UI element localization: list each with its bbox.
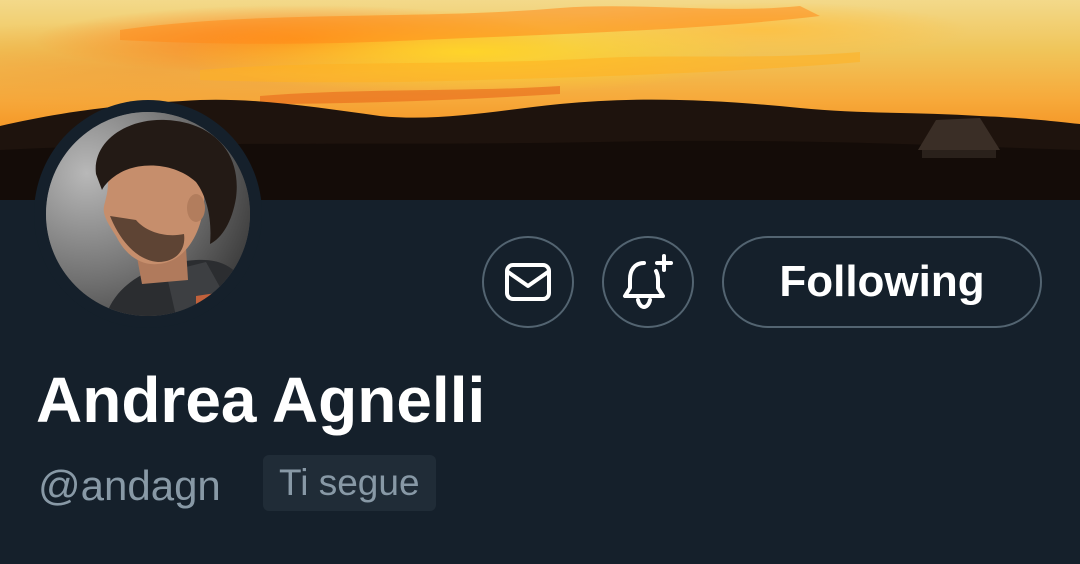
avatar[interactable]	[46, 112, 250, 316]
message-button[interactable]	[482, 236, 574, 328]
profile-name: Andrea Agnelli	[36, 364, 486, 436]
following-button[interactable]: Following	[722, 236, 1042, 328]
avatar-portrait-image	[46, 112, 250, 316]
envelope-icon	[505, 263, 551, 301]
notifications-button[interactable]	[602, 236, 694, 328]
bell-plus-icon	[623, 254, 673, 310]
profile-handle: @andagn	[38, 462, 221, 509]
follows-you-badge: Ti segue	[263, 455, 436, 511]
